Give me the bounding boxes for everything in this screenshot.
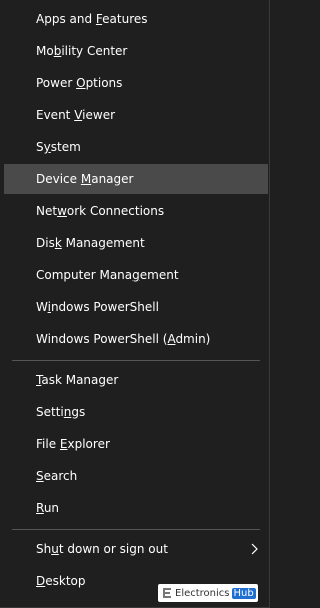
menu-item-search[interactable]: Search <box>4 461 268 491</box>
menu-item-label: Windows PowerShell <box>36 300 159 314</box>
menu-item-file-explorer[interactable]: File Explorer <box>4 429 268 459</box>
menu-separator <box>12 529 260 530</box>
watermark-text: Electronics <box>175 587 230 599</box>
menu-item-event-viewer[interactable]: Event Viewer <box>4 100 268 130</box>
menu-item-label: Power Options <box>36 76 123 90</box>
winx-power-user-menu: Apps and Features Mobility Center Power … <box>0 0 270 608</box>
menu-item-label: Disk Management <box>36 236 145 250</box>
menu-item-windows-powershell-admin[interactable]: Windows PowerShell (Admin) <box>4 324 268 354</box>
electronics-hub-watermark: Electronics Hub <box>158 584 258 602</box>
menu-item-shut-down-or-sign-out[interactable]: Shut down or sign out <box>4 534 268 564</box>
menu-item-run[interactable]: Run <box>4 493 268 523</box>
electronics-hub-logo-icon <box>163 588 171 598</box>
menu-item-label: Event Viewer <box>36 108 116 122</box>
menu-item-label: Search <box>36 469 78 483</box>
menu-item-label: Mobility Center <box>36 44 128 58</box>
menu-item-label: Shut down or sign out <box>36 542 168 556</box>
menu-item-mobility-center[interactable]: Mobility Center <box>4 36 268 66</box>
chevron-right-icon <box>251 543 258 555</box>
menu-item-computer-management[interactable]: Computer Management <box>4 260 268 290</box>
menu-item-system[interactable]: System <box>4 132 268 162</box>
menu-item-label: Settings <box>36 405 86 419</box>
menu-item-label: Network Connections <box>36 204 165 218</box>
menu-item-apps-and-features[interactable]: Apps and Features <box>4 4 268 34</box>
menu-item-label: File Explorer <box>36 437 110 451</box>
menu-item-task-manager[interactable]: Task Manager <box>4 365 268 395</box>
menu-item-label: Task Manager <box>36 373 119 387</box>
menu-item-power-options[interactable]: Power Options <box>4 68 268 98</box>
menu-item-settings[interactable]: Settings <box>4 397 268 427</box>
menu-item-label: Device Manager <box>36 172 134 186</box>
menu-item-label: Run <box>36 501 60 515</box>
menu-item-disk-management[interactable]: Disk Management <box>4 228 268 258</box>
menu-separator <box>12 360 260 361</box>
menu-item-label: Windows PowerShell (Admin) <box>36 332 211 346</box>
menu-item-label: Desktop <box>36 574 86 588</box>
menu-item-label: System <box>36 140 81 154</box>
menu-item-device-manager[interactable]: Device Manager <box>4 164 268 194</box>
menu-item-label: Computer Management <box>36 268 179 282</box>
menu-item-windows-powershell[interactable]: Windows PowerShell <box>4 292 268 322</box>
menu-item-label: Apps and Features <box>36 12 148 26</box>
menu-item-network-connections[interactable]: Network Connections <box>4 196 268 226</box>
watermark-badge: Hub <box>231 587 256 599</box>
